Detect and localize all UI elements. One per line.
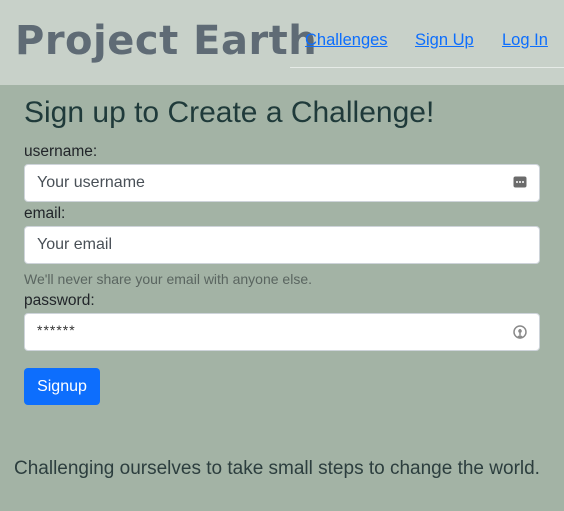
email-placeholder: Your email	[37, 236, 113, 253]
email-input[interactable]: Your email	[24, 226, 540, 264]
username-input[interactable]: Your username	[24, 164, 540, 202]
page-title: Sign up to Create a Challenge!	[24, 96, 435, 129]
email-help-text: We'll never share your email with anyone…	[24, 271, 312, 287]
signup-button[interactable]: Signup	[24, 368, 100, 405]
username-label: username:	[24, 143, 98, 160]
username-placeholder: Your username	[37, 174, 145, 191]
password-key-icon[interactable]	[513, 325, 527, 340]
password-label: password:	[24, 292, 95, 309]
main-nav: Challenges Sign Up Log In	[290, 0, 564, 68]
nav-link-sign-up[interactable]: Sign Up	[415, 31, 474, 50]
autofill-contact-icon[interactable]	[513, 175, 527, 189]
email-label: email:	[24, 205, 66, 222]
nav-link-log-in[interactable]: Log In	[502, 31, 548, 50]
site-header: Project Earth Challenges Sign Up Log In	[0, 0, 564, 85]
site-logo[interactable]: Project Earth	[15, 18, 317, 64]
tagline: Challenging ourselves to take small step…	[14, 458, 540, 479]
password-input[interactable]: ******	[24, 313, 540, 351]
nav-link-challenges[interactable]: Challenges	[305, 31, 388, 50]
password-value: ******	[37, 322, 76, 338]
